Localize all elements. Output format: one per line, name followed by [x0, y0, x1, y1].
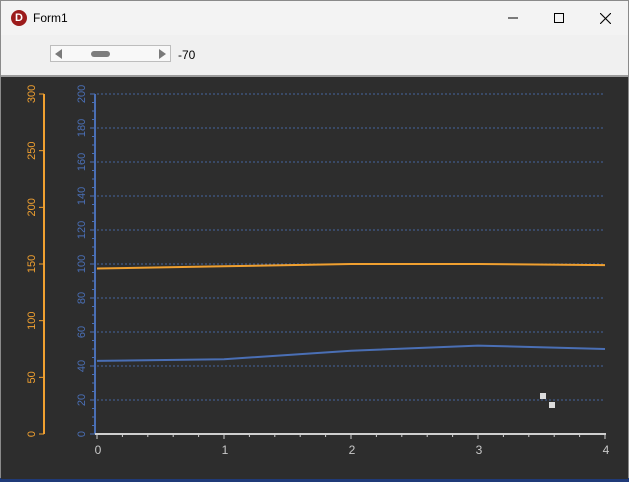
outer-y-tick-label: 250 [26, 141, 38, 159]
chart-panel[interactable]: 0 50 100 150 200 250 300 0 20 40 60 80 100 120 140 160 1… [1, 75, 628, 479]
line-chart[interactable]: 0501001502002503000204060801001201401601… [1, 77, 628, 477]
window-title: Form1 [33, 11, 68, 25]
outer-y-tick-label: 0 [26, 431, 38, 437]
inner-y-tick-label: 20 [76, 394, 88, 406]
outer-y-tick-label: 50 [26, 371, 38, 383]
inner-y-tick-label: 60 [76, 326, 88, 338]
minimize-icon [508, 17, 518, 19]
x-tick-label: 4 [603, 443, 610, 457]
scroll-thumb[interactable] [91, 51, 110, 57]
scroll-value-label: -70 [178, 48, 196, 62]
scroll-right-arrow-icon[interactable] [159, 49, 166, 59]
series-line-1 [96, 263, 606, 270]
x-tick-label: 3 [476, 443, 483, 457]
cursor-square-icon [540, 393, 546, 399]
title-bar[interactable]: D Form1 [1, 1, 628, 35]
inner-y-tick-label: 180 [76, 119, 88, 137]
close-button[interactable] [582, 1, 628, 35]
x-tick-label: 1 [222, 443, 229, 457]
inner-y-tick-label: 160 [76, 153, 88, 171]
x-tick-label: 2 [349, 443, 356, 457]
inner-y-tick-label: 100 [76, 255, 88, 273]
x-tick-label: 0 [95, 443, 102, 457]
toolbar: -70 [1, 35, 628, 75]
inner-y-tick-label: 0 [76, 431, 88, 437]
inner-y-tick-label: 80 [76, 292, 88, 304]
app-logo-icon: D [11, 10, 27, 26]
scroll-left-arrow-icon[interactable] [55, 49, 62, 59]
horizontal-scrollbar[interactable] [50, 45, 171, 62]
outer-y-tick-label: 200 [26, 198, 38, 216]
inner-y-tick-label: 120 [76, 221, 88, 239]
outer-y-tick-label: 150 [26, 255, 38, 273]
outer-y-tick-label: 300 [26, 85, 38, 103]
application-window: D Form1 -70 0 50 100 150 200 250 300 0 20 40 60 80 1… [0, 0, 629, 479]
cursor-square-icon [549, 402, 555, 408]
maximize-icon [554, 13, 564, 23]
inner-y-tick-label: 40 [76, 360, 88, 372]
inner-y-tick-label: 140 [76, 187, 88, 205]
inner-y-tick-label: 200 [76, 85, 88, 103]
close-icon [599, 12, 611, 24]
maximize-button[interactable] [536, 1, 582, 35]
series-line-2 [96, 344, 606, 362]
outer-y-tick-label: 100 [26, 311, 38, 329]
minimize-button[interactable] [490, 1, 536, 35]
